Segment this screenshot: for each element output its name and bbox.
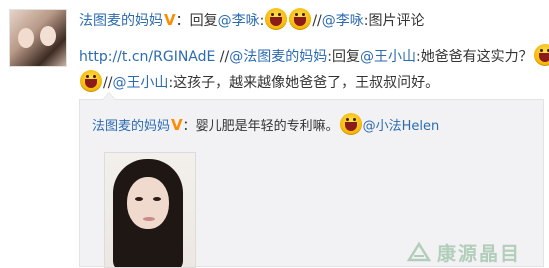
watermark-text: 康源晶目 [437,243,522,265]
post-line-2: http://t.cn/RGINAdE //@法图麦的妈妈:回复@王小山:她爸爸… [79,44,549,67]
quote-line: 法图麦的妈妈V：婴儿肥是年轻的专利嘛。 @小法Helen [92,113,439,137]
laughing-emoji-icon [80,70,102,92]
mention-wangxiaoshan-2[interactable]: @王小山 [112,75,168,91]
author-colon: ： [175,13,190,29]
comment-body-text: 这孩子，越来越像她爸爸了，王叔叔问好。 [173,75,440,91]
reply-text-2: 回复 [331,49,360,65]
quote-text: 婴儿肥是年轻的专利嘛。 [195,119,339,134]
laughing-emoji-icon [339,113,362,135]
verified-v-icon: V [171,116,183,134]
photo-thumbnail[interactable] [104,152,196,268]
avatar-face-left [18,28,34,48]
laughing-emoji-icon [265,8,288,30]
avatar-face-right [40,26,56,46]
short-link[interactable]: http://t.cn/RGINAdE [79,49,215,65]
image-comment-text: 图片评论 [368,13,425,29]
watermark-logo-icon [406,241,432,262]
mention-wangxiaoshan-1[interactable]: @王小山 [360,49,416,65]
mention-fatumai-mama[interactable]: @法图麦的妈妈 [229,49,327,65]
quote-colon: ： [182,119,196,134]
reply-text-1: 回复 [189,13,218,29]
post-line-3: //@王小山:这孩子，越来越像她爸爸了，王叔叔问好。 [79,70,439,93]
sep-slashes-2: // [215,49,230,65]
sep-slashes-1: // [312,13,322,29]
avatar[interactable] [9,9,67,67]
verified-v-icon: V [164,11,176,29]
laughing-emoji-icon [533,44,549,66]
sep-colon-1: : [259,13,265,29]
reply-body-text: 她爸爸有这实力？ [420,49,533,65]
post-line-1: 法图麦的妈妈V：回复@李咏://@李咏:图片评论 [79,8,424,31]
quote-author-name[interactable]: 法图麦的妈妈 [92,119,170,134]
mention-xiaofa-helen[interactable]: @小法Helen [363,119,440,134]
mention-liyong-2[interactable]: @李咏 [322,13,364,29]
laughing-emoji-icon [289,8,312,30]
author-name[interactable]: 法图麦的妈妈 [79,13,163,29]
quote-arrow [102,92,116,100]
mention-liyong-1[interactable]: @李咏 [218,13,260,29]
